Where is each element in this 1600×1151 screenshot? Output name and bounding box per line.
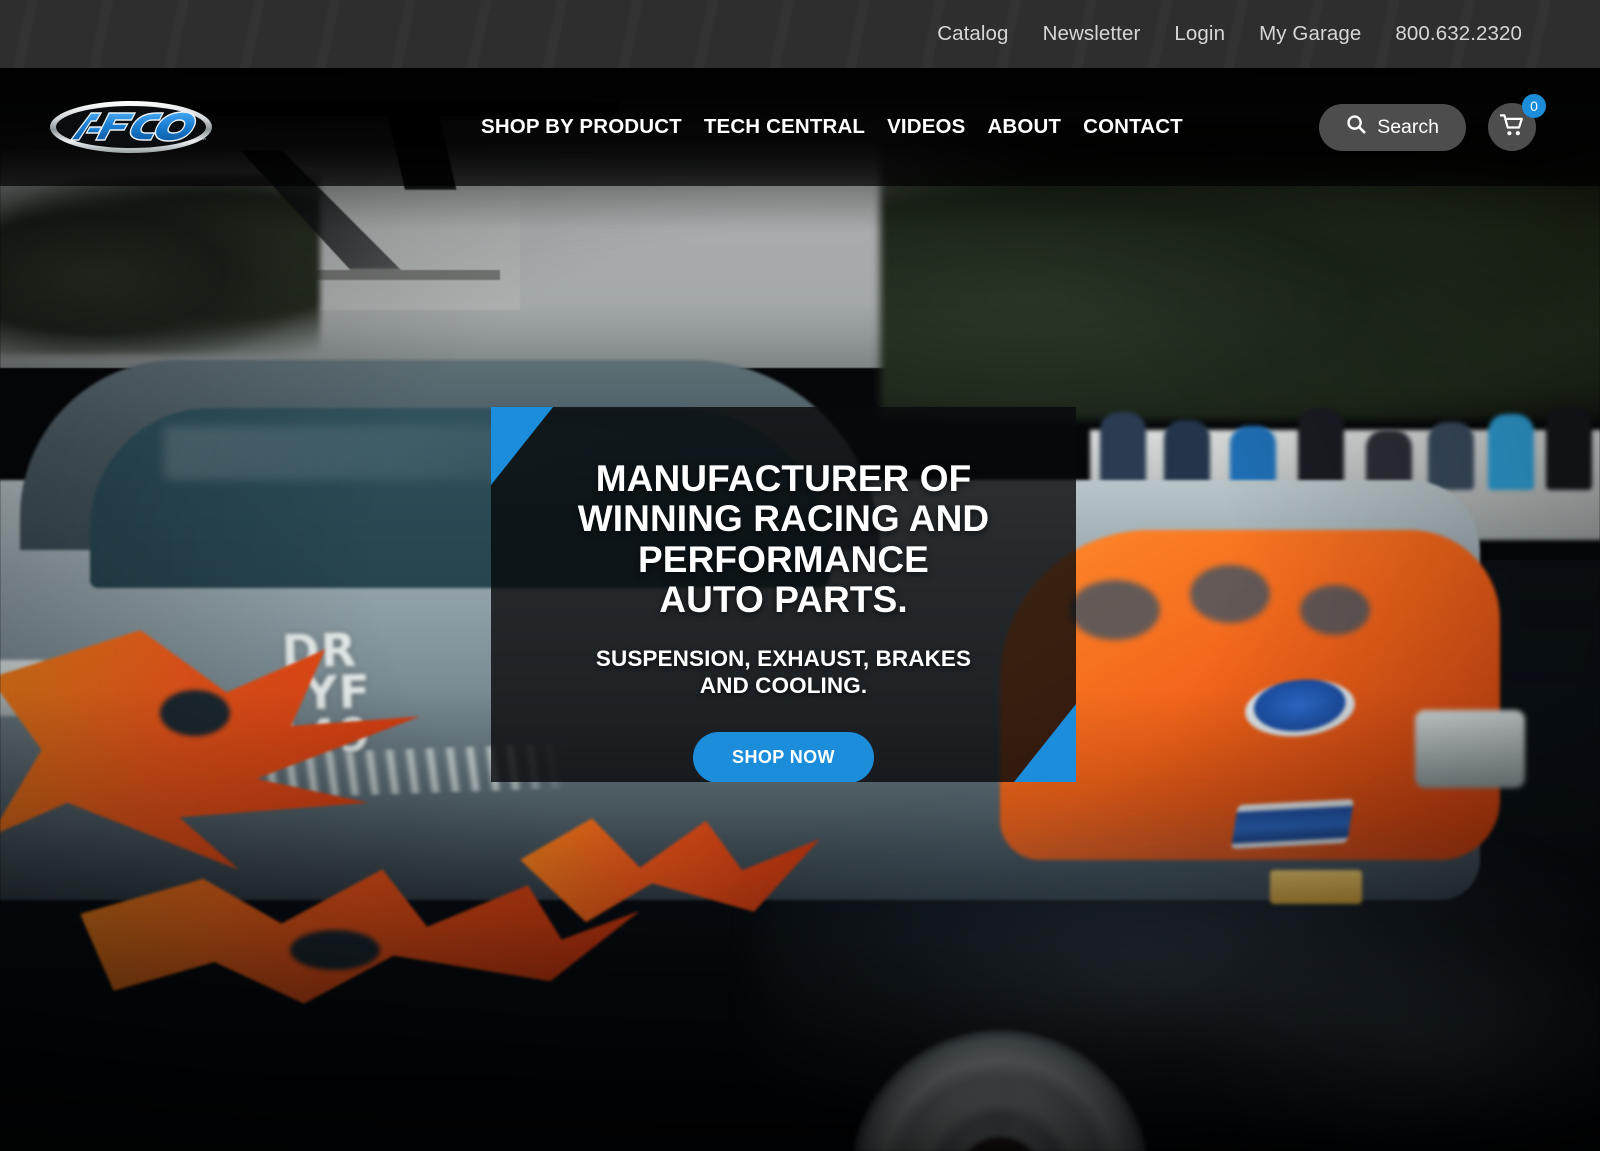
main-navigation: SHOP BY PRODUCT TECH CENTRAL VIDEOS ABOU… xyxy=(481,68,1194,186)
nav-item-contact[interactable]: CONTACT xyxy=(1072,115,1194,139)
hero-headline-line: MANUFACTURER OF xyxy=(595,458,972,499)
hero-subheadline-line: AND COOLING. xyxy=(699,672,868,698)
nav-item-shop-by-product[interactable]: SHOP BY PRODUCT xyxy=(481,115,693,139)
utility-link-newsletter[interactable]: Newsletter xyxy=(1026,23,1158,45)
hero-subheadline: SUSPENSION, EXHAUST, BRAKES AND COOLING. xyxy=(521,646,1046,699)
cart-count-badge: 0 xyxy=(1522,94,1546,118)
header-actions: Search 0 xyxy=(1319,68,1546,186)
hero-headline-line: AUTO PARTS. xyxy=(659,578,908,620)
hero-headline-line: PERFORMANCE xyxy=(638,538,929,580)
hero-overlay-card: MANUFACTURER OF WINNING RACING AND PERFO… xyxy=(491,407,1076,782)
utility-link-phone[interactable]: 800.632.2320 xyxy=(1378,23,1522,45)
utility-link-login[interactable]: Login xyxy=(1157,23,1242,45)
search-button-label: Search xyxy=(1377,115,1439,138)
search-icon xyxy=(1346,114,1366,140)
svg-text:™: ™ xyxy=(200,137,207,145)
utility-bar: Catalog Newsletter Login My Garage 800.6… xyxy=(0,0,1600,68)
hero-subheadline-line: SUSPENSION, EXHAUST, BRAKES xyxy=(595,646,972,672)
page-root: DR SYF 149 xyxy=(0,0,1600,1151)
hero-card-content: MANUFACTURER OF WINNING RACING AND PERFO… xyxy=(491,407,1076,782)
utility-link-catalog[interactable]: Catalog xyxy=(920,23,1025,45)
site-header: ™ SHOP BY PRODUCT TECH CENTRAL VIDEOS AB… xyxy=(0,68,1600,186)
nav-item-tech-central[interactable]: TECH CENTRAL xyxy=(693,115,876,139)
hero-headline: MANUFACTURER OF WINNING RACING AND PERFO… xyxy=(521,458,1046,620)
cart-wrapper: 0 xyxy=(1488,94,1546,151)
shop-now-button[interactable]: SHOP NOW xyxy=(693,732,874,782)
nav-item-videos[interactable]: VIDEOS xyxy=(876,115,976,139)
search-button[interactable]: Search xyxy=(1319,103,1466,151)
shopping-cart-icon xyxy=(1499,114,1525,140)
afco-logo[interactable]: ™ xyxy=(48,96,214,158)
nav-item-about[interactable]: ABOUT xyxy=(976,115,1072,139)
hero-headline-line: WINNING RACING AND xyxy=(577,498,990,540)
utility-links: Catalog Newsletter Login My Garage 800.6… xyxy=(920,0,1600,68)
utility-link-my-garage[interactable]: My Garage xyxy=(1242,23,1378,45)
